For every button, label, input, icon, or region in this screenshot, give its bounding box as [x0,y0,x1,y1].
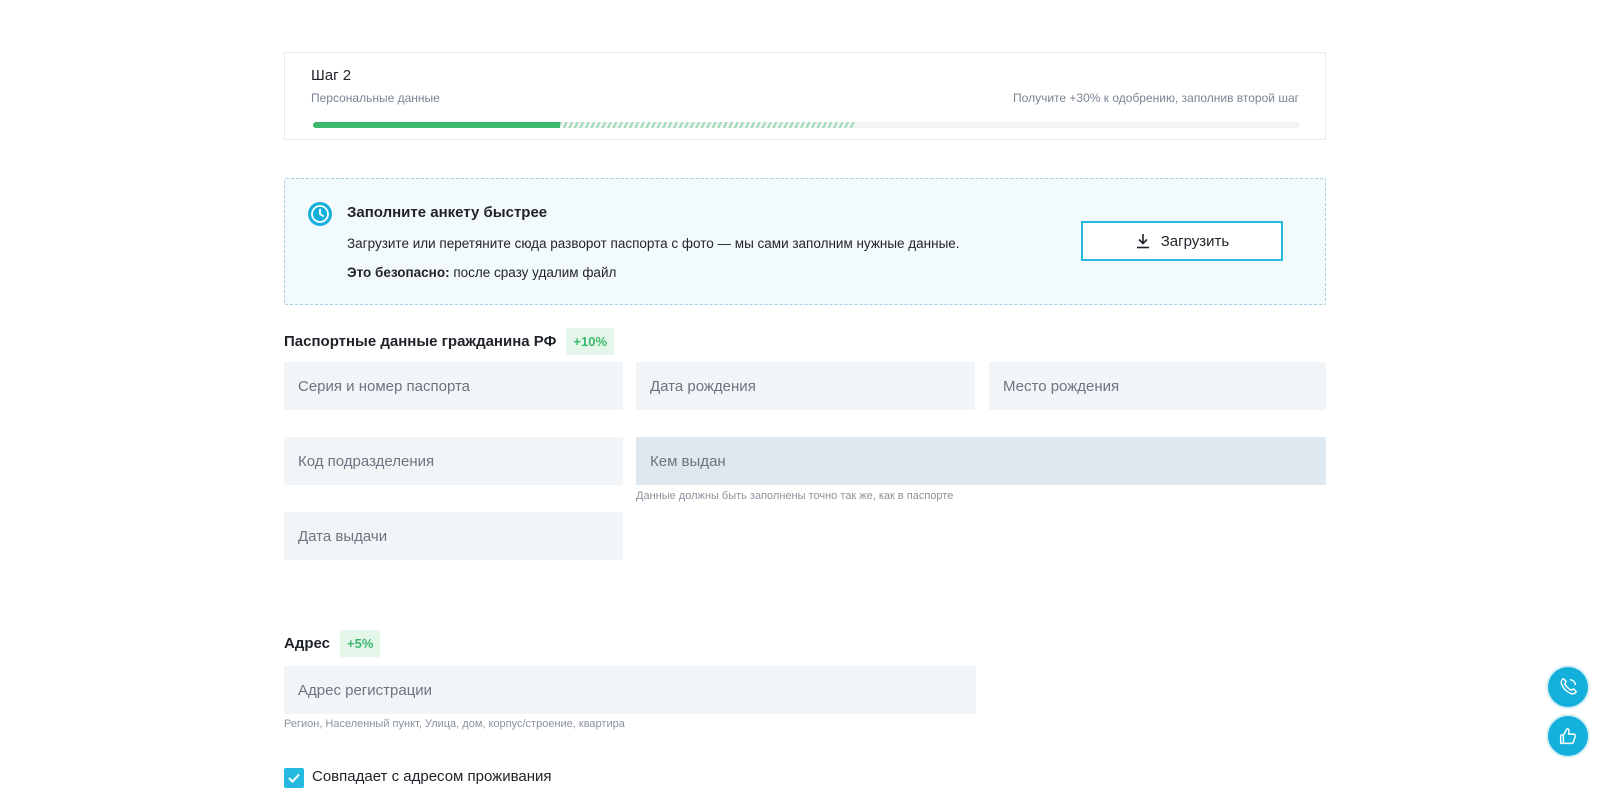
passport-section-title: Паспортные данные гражданина РФ +10% [284,328,615,355]
passport-badge: +10% [566,328,615,355]
same-address-label[interactable]: Совпадает с адресом проживания [312,768,552,785]
department-code-input[interactable] [284,437,623,485]
safety-text: после сразу удалим файл [449,265,617,280]
issued-by-input[interactable] [636,437,1326,485]
upload-description: Загрузите или перетяните сюда разворот п… [347,236,960,251]
upload-button[interactable]: Загрузить [1081,221,1283,261]
upload-button-label: Загрузить [1160,232,1230,250]
registration-address-input[interactable] [284,666,976,714]
upload-title: Заполните анкету быстрее [347,204,548,221]
feedback-button[interactable] [1548,716,1588,756]
passport-upload-dropzone[interactable]: Заполните анкету быстрее Загрузите или п… [284,178,1326,305]
birth-date-input[interactable] [636,362,975,410]
progress-potential [559,122,856,128]
phone-button[interactable] [1548,667,1588,707]
step-card: Шаг 2 Персональные данные Получите +30% … [284,52,1326,140]
step-subtitle: Персональные данные [311,91,440,105]
clock-icon [307,201,333,227]
issue-date-input[interactable] [284,512,623,560]
upload-safety-note: Это безопасно: после сразу удалим файл [347,265,616,280]
phone-icon [1560,678,1577,695]
address-section-title: Адрес +5% [284,630,381,657]
safety-label: Это безопасно: [347,265,450,280]
download-icon [1136,234,1149,249]
passport-series-number-input[interactable] [284,362,623,410]
address-title: Адрес [284,635,331,652]
birth-place-input[interactable] [989,362,1326,410]
same-address-checkbox[interactable] [284,768,304,788]
step-title: Шаг 2 [311,67,352,84]
thumbs-up-icon [1559,727,1576,745]
passport-title: Паспортные данные гражданина РФ [284,333,557,350]
registration-address-helper: Регион, Населенный пункт, Улица, дом, ко… [284,718,625,730]
progress-fill [313,122,560,128]
check-icon [288,773,300,783]
step-hint: Получите +30% к одобрению, заполнив втор… [1013,91,1299,105]
progress-bar [313,122,1299,128]
address-badge: +5% [340,630,381,657]
issued-by-helper: Данные должны быть заполнены точно так ж… [636,490,954,502]
